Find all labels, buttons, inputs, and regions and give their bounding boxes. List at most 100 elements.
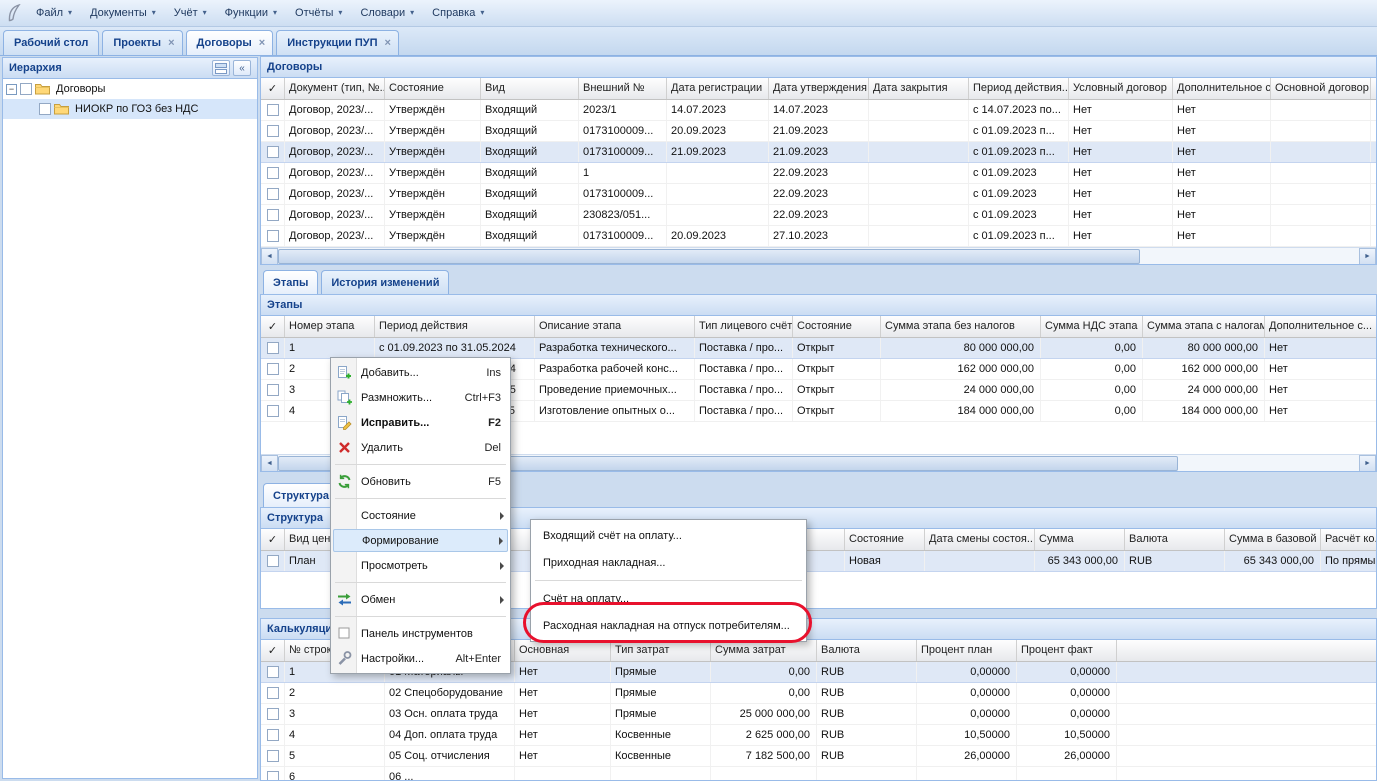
menu-item[interactable]: Расходная накладная на отпуск потребител… [533,612,804,639]
table-row[interactable]: Договор, 2023/...УтверждёнВходящий017310… [261,226,1376,247]
row-checkbox[interactable] [267,750,279,762]
table-row[interactable]: Договор, 2023/...УтверждёнВходящий122.09… [261,163,1376,184]
row-checkbox[interactable] [267,342,279,354]
table-row[interactable]: Договор, 2023/...УтверждёнВходящий017310… [261,142,1376,163]
close-icon[interactable]: × [385,38,391,48]
column-header[interactable]: Номер этапа [285,316,375,337]
row-checkbox[interactable] [267,687,279,699]
row-checkbox[interactable] [267,555,279,567]
column-header[interactable]: Сумма в базовой в... [1225,529,1321,550]
scrollbar-thumb[interactable] [278,249,1140,264]
tab[interactable]: Этапы [263,270,318,294]
row-checkbox[interactable] [267,167,279,179]
column-header[interactable]: Валюта [817,640,917,661]
row-checkbox[interactable] [267,146,279,158]
column-header[interactable]: Основная [515,640,611,661]
menubar-item[interactable]: Справка▾ [424,3,492,23]
row-checkbox[interactable] [267,125,279,137]
tree-node[interactable]: НИОКР по ГОЗ без НДС [3,99,257,119]
tab[interactable]: Инструкции ПУП× [276,30,399,55]
close-icon[interactable]: × [168,38,174,48]
menu-item[interactable]: Обмен [333,587,508,612]
column-header[interactable]: Основной договор [1271,78,1371,99]
tab[interactable]: Проекты× [102,30,182,55]
table-row[interactable]: 505 Соц. отчисленияНетКосвенные7 182 500… [261,746,1376,767]
table-row[interactable]: Договор, 2023/...УтверждёнВходящий230823… [261,205,1376,226]
tab[interactable]: Структура [263,483,339,507]
collapse-panel-icon[interactable]: « [233,60,251,76]
table-row[interactable]: Договор, 2023/...УтверждёнВходящий2023/1… [261,100,1376,121]
table-row[interactable]: Договор, 2023/...УтверждёнВходящий017310… [261,121,1376,142]
table-row[interactable]: 303 Осн. оплата трудаНетПрямые25 000 000… [261,704,1376,725]
column-header[interactable]: Дополнительное с... [1173,78,1271,99]
menubar-item[interactable]: Учёт▾ [166,3,215,23]
column-header[interactable]: Расчёт ко... [1321,529,1376,550]
row-checkbox[interactable] [267,104,279,116]
column-header[interactable]: Документ (тип, №... [285,78,385,99]
column-header[interactable]: Внешний № [579,78,667,99]
menu-item[interactable]: Приходная накладная... [533,549,804,576]
column-header[interactable]: Период действия [375,316,535,337]
menubar-item[interactable]: Отчёты▾ [287,3,350,23]
menubar-item[interactable]: Файл▾ [28,3,80,23]
row-checkbox[interactable] [267,209,279,221]
menubar-item[interactable]: Словари▾ [352,3,422,23]
column-header[interactable]: Процент факт [1017,640,1117,661]
row-checkbox[interactable] [267,363,279,375]
row-checkbox[interactable] [267,771,279,781]
menu-item[interactable]: Настройки...Alt+Enter [333,646,508,671]
menu-item[interactable]: Счёт на оплату... [533,585,804,612]
table-row[interactable]: 202 СпецоборудованиеНетПрямые0,00RUB0,00… [261,683,1376,704]
menu-item[interactable]: Входящий счёт на оплату... [533,522,804,549]
column-header[interactable]: Дополнительное с... [1265,316,1376,337]
row-checkbox[interactable] [267,230,279,242]
menu-item[interactable]: Размножить...Ctrl+F3 [333,385,508,410]
column-header[interactable]: Сумма этапа без налогов [881,316,1041,337]
column-header[interactable]: Состояние [793,316,881,337]
menu-item[interactable]: Панель инструментов [333,621,508,646]
table-row[interactable]: Договор, 2023/...УтверждёнВходящий017310… [261,184,1376,205]
column-header[interactable]: Дата закрытия [869,78,969,99]
tab[interactable]: Договоры× [186,30,274,55]
column-header[interactable]: Тип лицевого счёт [695,316,793,337]
column-header[interactable]: ✓ [261,640,285,661]
row-checkbox[interactable] [267,405,279,417]
column-header[interactable]: Дата смены состоя... [925,529,1035,550]
column-header[interactable]: Состояние [845,529,925,550]
scroll-left-icon[interactable]: ◄ [261,455,278,472]
table-row[interactable]: 606 ... [261,767,1376,781]
column-header[interactable]: Сумма НДС этапа [1041,316,1143,337]
menubar-item[interactable]: Функции▾ [217,3,285,23]
column-header[interactable]: Период действия... [969,78,1069,99]
column-header[interactable]: Дата утверждения [769,78,869,99]
tree-node[interactable]: −Договоры [3,79,257,99]
node-checkbox[interactable] [39,103,51,115]
menu-item[interactable]: Исправить...F2 [333,410,508,435]
scroll-left-icon[interactable]: ◄ [261,248,278,265]
table-row[interactable]: 404 Доп. оплата трудаНетКосвенные2 625 0… [261,725,1376,746]
column-header[interactable]: ✓ [261,529,285,550]
menu-item[interactable]: Добавить...Ins [333,360,508,385]
column-header[interactable] [1371,78,1376,99]
scroll-right-icon[interactable]: ► [1359,248,1376,265]
row-checkbox[interactable] [267,384,279,396]
column-header[interactable]: Описание этапа [535,316,695,337]
column-header[interactable]: Сумма затрат [711,640,817,661]
menu-item[interactable]: Формирование [333,529,508,552]
tree-expander-icon[interactable]: − [6,84,17,95]
column-header[interactable]: Тип затрат [611,640,711,661]
node-checkbox[interactable] [20,83,32,95]
menu-item[interactable]: Состояние [333,503,508,528]
column-header[interactable]: Сумма [1035,529,1125,550]
menu-item[interactable]: ОбновитьF5 [333,469,508,494]
column-header[interactable]: Дата регистрации [667,78,769,99]
row-checkbox[interactable] [267,708,279,720]
column-header[interactable]: ✓ [261,78,285,99]
menu-item[interactable]: УдалитьDel [333,435,508,460]
scroll-right-icon[interactable]: ► [1359,455,1376,472]
tab[interactable]: Рабочий стол [3,30,99,55]
column-header[interactable]: Процент план [917,640,1017,661]
menu-item[interactable]: Просмотреть [333,553,508,578]
contracts-hscrollbar[interactable]: ◄ ► [261,247,1376,264]
column-header[interactable]: Условный договор [1069,78,1173,99]
